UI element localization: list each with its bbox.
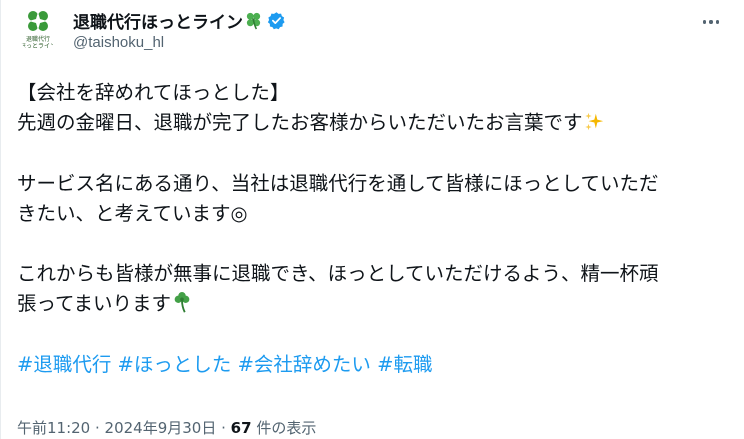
tweet-line: これからも皆様が無事に退職でき、ほっとしていただけるよう、精一杯頑: [17, 259, 729, 289]
tweet-time[interactable]: 午前11:20: [17, 419, 90, 437]
tweet-line-2: 先週の金曜日、退職が完了したお客様からいただいたお言葉です: [17, 111, 583, 135]
meta-separator: ·: [216, 419, 231, 437]
tweet-line: 先週の金曜日、退職が完了したお客様からいただいたお言葉です: [17, 108, 729, 138]
hashtag-link[interactable]: #転職: [377, 353, 432, 376]
avatar[interactable]: 退職代行 ほっとライン: [17, 8, 59, 52]
display-name[interactable]: 退職代行ほっとライン: [73, 8, 243, 33]
tweet-header: 退職代行 ほっとライン 退職代行ほっとライン @taishoku_hl: [17, 8, 729, 56]
tweet-meta: 午前11:20 · 2024年9月30日 · 67 件の表示: [17, 417, 316, 438]
hashtags: #退職代行 #ほっとした #会社辞めたい #転職: [17, 350, 729, 380]
tweet-line: サービス名にある通り、当社は退職代行を通して皆様にほっとしていただ: [17, 169, 729, 199]
four-leaf-clover-icon: [244, 11, 263, 30]
hashtag-link[interactable]: #退職代行: [17, 353, 111, 376]
more-dot: [709, 20, 713, 24]
tweet-text: 【会社を辞めれてほっとした】 先週の金曜日、退職が完了したお客様からいただいたお…: [17, 78, 729, 380]
tweet-line: 【会社を辞めれてほっとした】: [17, 78, 729, 108]
tweet-line-1: 【会社を辞めれてほっとした】: [17, 81, 290, 104]
tweet-line-3: サービス名にある通り、当社は退職代行を通して皆様にほっとしていただ: [17, 171, 659, 195]
display-name-row: 退職代行ほっとライン: [73, 8, 286, 33]
tweet-line-6: 張ってまいります: [17, 292, 172, 316]
shamrock-icon: [171, 292, 193, 314]
author-names: 退職代行ほっとライン @taishoku_hl: [73, 9, 286, 53]
more-dot: [715, 20, 720, 24]
tweet-line: 張ってまいります: [17, 289, 729, 319]
more-dot: [702, 20, 707, 24]
views-label: 件の表示: [251, 419, 317, 437]
avatar-text-line2: ほっとライン: [19, 43, 56, 50]
sparkles-icon: [583, 111, 605, 133]
avatar-text-line1: 退職代行: [25, 36, 50, 43]
views-count[interactable]: 67: [231, 419, 252, 437]
handle[interactable]: @taishoku_hl: [73, 33, 286, 53]
meta-separator: ·: [90, 419, 105, 437]
tweet-card: 退職代行 ほっとライン 退職代行ほっとライン @taishoku_hl 【会社を…: [0, 0, 744, 439]
clover-logo-icon: [28, 11, 48, 31]
more-options-icon[interactable]: [697, 12, 725, 32]
hashtag-link[interactable]: #会社辞めたい: [238, 353, 371, 376]
verified-badge-icon[interactable]: [267, 11, 286, 30]
tweet-date[interactable]: 2024年9月30日: [105, 419, 217, 437]
hashtag-link[interactable]: #ほっとした: [118, 353, 232, 376]
tweet-line: きたい、と考えています◎: [17, 199, 729, 229]
tweet-line-4: きたい、と考えています◎: [17, 201, 248, 225]
tweet-line-5: これからも皆様が無事に退職でき、ほっとしていただけるよう、精一杯頑: [17, 262, 659, 286]
